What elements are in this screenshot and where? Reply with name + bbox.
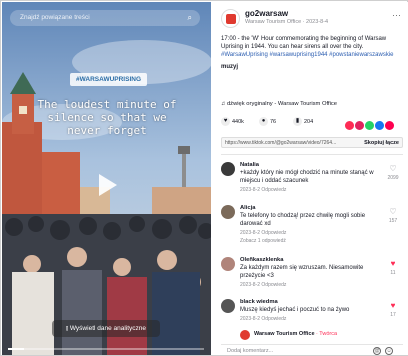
like-count: 440k: [232, 119, 244, 125]
comment-text: Muszę kiedyś jechać i poczuć to na żywo: [240, 307, 350, 313]
comment-heart-icon[interactable]: ♡: [387, 164, 399, 173]
comment-input[interactable]: Dodaj komentarz...: [227, 348, 273, 354]
app-window: Znajdź powiązane treści ⌕ #WARSAWUPRISIN…: [0, 0, 408, 356]
author-header: go2warsaw Warsaw Tourism Office · 2023-8…: [221, 8, 401, 30]
video-caption-overlay: The loudest minute of silence so that we…: [37, 98, 177, 137]
original-sound-link[interactable]: ♫ dźwięk oryginalny - Warsaw Tourism Off…: [221, 101, 337, 107]
send-share-icon[interactable]: [355, 121, 364, 130]
whatsapp-share-icon[interactable]: [365, 121, 374, 130]
view-replies-link[interactable]: Zobacz 1 odpowiedź: [240, 238, 286, 244]
creator-name-text: Warsaw Tourism Office: [254, 331, 315, 337]
comment-date[interactable]: 2023-8-2 Odpowiedz: [240, 230, 286, 236]
creator-avatar[interactable]: [240, 330, 250, 340]
creator-tag: · Twórca: [316, 331, 338, 337]
author-avatar[interactable]: [221, 9, 240, 28]
video-progress-fill: [8, 348, 24, 350]
commenter-name[interactable]: Oleñkaszklenka: [240, 257, 284, 263]
commenter-name[interactable]: Natalia: [240, 162, 259, 168]
divider: [221, 154, 403, 155]
comment-heart-icon[interactable]: ♥: [387, 259, 399, 268]
copy-link-button[interactable]: Skopiuj łącze: [364, 138, 399, 148]
more-share-icon[interactable]: [385, 121, 394, 130]
like-action[interactable]: ♥ 440k: [221, 116, 244, 128]
comment-like-count: 157: [388, 218, 398, 224]
details-panel: go2warsaw Warsaw Tourism Office · 2023-8…: [213, 2, 408, 355]
brand-logo-icon: [226, 14, 236, 24]
description-hashtags[interactable]: #WarsawUprising #warsawuprising1944 #pow…: [221, 51, 403, 59]
hashtag-sticker: #WARSAWUPRISING: [70, 73, 148, 86]
comment-text: +każdy który nie mógł chodzić na minute …: [240, 170, 374, 184]
bookmark-icon: ▮: [293, 117, 302, 127]
comment-action[interactable]: ● 76: [259, 116, 276, 128]
comment-heart-icon[interactable]: ♥: [387, 301, 399, 310]
more-options-icon[interactable]: ···: [392, 10, 401, 20]
facebook-share-icon[interactable]: [375, 121, 384, 130]
comment-like-count: 11: [390, 270, 396, 276]
comment-icon: ●: [259, 117, 268, 127]
emoji-icon[interactable]: ☺: [385, 347, 393, 355]
search-icon[interactable]: ⌕: [188, 10, 192, 26]
video-player[interactable]: Znajdź powiązane treści ⌕ #WARSAWUPRISIN…: [2, 2, 211, 355]
comment-count: 76: [270, 119, 277, 125]
link-copy-row: https://www.tiktok.com/@go2warsaw/video/…: [221, 137, 403, 148]
analytics-button-label: Wyświetl dane analityczne: [69, 325, 147, 332]
description-text: 17:00 - the 'W' Hour commemorating the b…: [221, 36, 387, 50]
comment-like-count: 2099: [387, 175, 399, 181]
heart-icon: ♥: [221, 117, 230, 127]
post-description: 17:00 - the 'W' Hour commemorating the b…: [221, 35, 403, 71]
author-username[interactable]: go2warsaw: [245, 9, 288, 18]
share-icons: [344, 117, 394, 135]
play-icon[interactable]: [99, 174, 117, 196]
commenter-name[interactable]: Alicja: [240, 205, 255, 211]
comment-date[interactable]: 2023-8-2 Odpowiedz: [240, 282, 286, 288]
analytics-button[interactable]: ⫾ Wyświetl dane analityczne: [52, 320, 160, 337]
creator-name[interactable]: Warsaw Tourism Office · Twórca: [254, 331, 337, 337]
save-action[interactable]: ▮ 204: [293, 116, 313, 128]
commenter-avatar[interactable]: [221, 257, 235, 271]
comment-heart-icon[interactable]: ♡: [387, 207, 399, 216]
comment-date[interactable]: 2023-8-2 Odpowiedz: [240, 316, 286, 322]
embed-share-icon[interactable]: [345, 121, 354, 130]
commenter-name[interactable]: black wiedma: [240, 299, 278, 305]
video-progress-bar[interactable]: [8, 348, 204, 350]
comment-like-count: 17: [390, 312, 396, 318]
video-url: https://www.tiktok.com/@go2warsaw/video/…: [225, 140, 337, 146]
commenter-avatar[interactable]: [221, 162, 235, 176]
comment-date[interactable]: 2023-8-2 Odpowiedz: [240, 187, 286, 193]
comment-text: Za każdym razem się wzruszam. Niesamowit…: [240, 265, 364, 279]
author-meta: Warsaw Tourism Office · 2023-8-4: [245, 19, 329, 25]
comment-text: Te telefony to chodzą! przez chwilę mogl…: [240, 213, 366, 227]
comment-input-bar: Dodaj komentarz... @ ☺: [221, 344, 403, 355]
commenter-avatar[interactable]: [221, 205, 235, 219]
action-bar: ♥ 440k ● 76 ▮ 204: [221, 116, 403, 130]
video-search-bar[interactable]: Znajdź powiązane treści ⌕: [10, 10, 200, 26]
commenter-avatar[interactable]: [221, 299, 235, 313]
video-search-placeholder: Znajdź powiązane treści: [20, 14, 90, 21]
save-count: 204: [304, 119, 314, 125]
description-extra: muzyj: [221, 64, 239, 70]
mention-icon[interactable]: @: [373, 347, 381, 355]
